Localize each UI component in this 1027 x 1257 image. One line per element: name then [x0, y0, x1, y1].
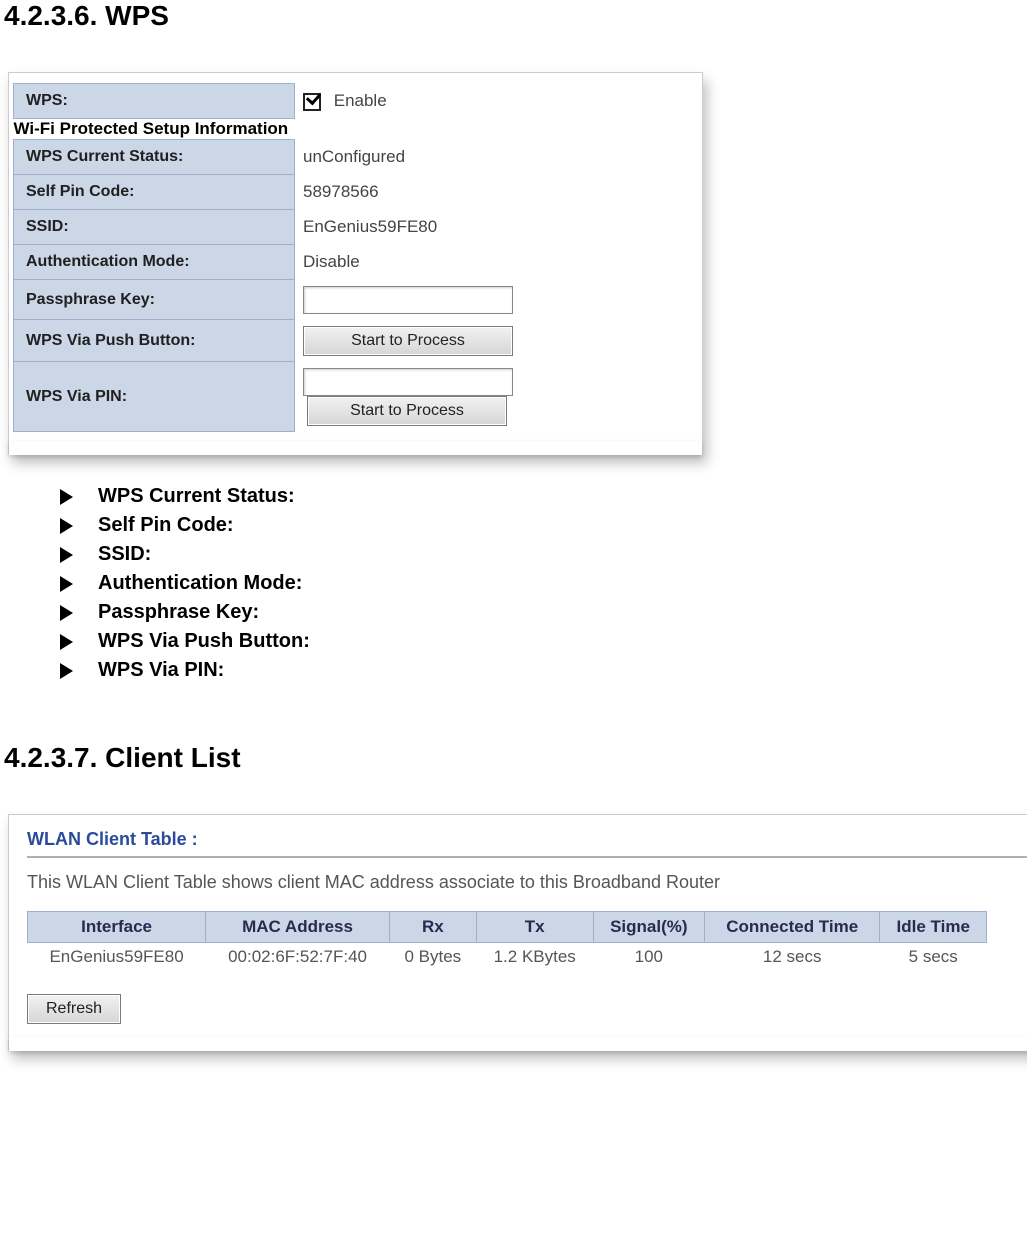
wps-pass-input[interactable] — [303, 286, 513, 314]
list-item: SSID: — [60, 543, 1027, 566]
bullet-icon — [60, 634, 73, 650]
list-item: Passphrase Key: — [60, 601, 1027, 624]
list-item: WPS Via Push Button: — [60, 630, 1027, 653]
wps-enable-text: Enable — [334, 91, 387, 110]
wps-bullet-list: WPS Current Status: Self Pin Code: SSID:… — [60, 485, 1027, 682]
col-connected-time: Connected Time — [704, 912, 880, 943]
client-table-desc: This WLAN Client Table shows client MAC … — [27, 872, 1027, 893]
client-table: Interface MAC Address Rx Tx Signal(%) Co… — [27, 911, 987, 972]
list-item-label: Authentication Mode: — [98, 572, 302, 595]
list-item: Self Pin Code: — [60, 514, 1027, 537]
wps-status-label: WPS Current Status: — [14, 140, 295, 175]
list-item-label: WPS Via PIN: — [98, 659, 224, 682]
wps-push-label: WPS Via Push Button: — [14, 320, 295, 362]
wps-status-value: unConfigured — [295, 140, 699, 175]
section-heading-wps: 4.2.3.6. WPS — [0, 0, 1027, 32]
wps-enable-checkbox[interactable] — [303, 93, 321, 111]
wps-pinrow-input[interactable] — [303, 368, 513, 396]
wps-panel: WPS: Enable Wi-Fi Protected Setup Inform… — [8, 72, 703, 455]
wps-pinrow-button[interactable]: Start to Process — [307, 396, 507, 426]
wps-auth-label: Authentication Mode: — [14, 245, 295, 280]
cell-connected-time: 12 secs — [704, 943, 880, 972]
wps-pin-label: Self Pin Code: — [14, 175, 295, 210]
cell-idle-time: 5 secs — [880, 943, 987, 972]
divider — [27, 856, 1027, 858]
wps-push-button[interactable]: Start to Process — [303, 326, 513, 356]
cell-signal: 100 — [593, 943, 704, 972]
col-mac: MAC Address — [206, 912, 390, 943]
bullet-icon — [60, 518, 73, 534]
refresh-button[interactable]: Refresh — [27, 994, 121, 1024]
section-heading-client-list: 4.2.3.7. Client List — [0, 742, 1027, 774]
col-interface: Interface — [28, 912, 206, 943]
table-row: EnGenius59FE80 00:02:6F:52:7F:40 0 Bytes… — [28, 943, 987, 972]
wps-pin-value: 58978566 — [295, 175, 699, 210]
wps-pinrow-label: WPS Via PIN: — [14, 362, 295, 432]
cell-tx: 1.2 KBytes — [476, 943, 593, 972]
list-item: Authentication Mode: — [60, 572, 1027, 595]
list-item-label: Passphrase Key: — [98, 601, 259, 624]
list-item-label: WPS Current Status: — [98, 485, 295, 508]
cell-rx: 0 Bytes — [389, 943, 476, 972]
list-item: WPS Via PIN: — [60, 659, 1027, 682]
wps-ssid-value: EnGenius59FE80 — [295, 210, 699, 245]
bullet-icon — [60, 663, 73, 679]
bullet-icon — [60, 576, 73, 592]
bullet-icon — [60, 605, 73, 621]
client-list-panel: WLAN Client Table : This WLAN Client Tab… — [8, 814, 1027, 1051]
list-item-label: WPS Via Push Button: — [98, 630, 310, 653]
list-item-label: Self Pin Code: — [98, 514, 234, 537]
list-item: WPS Current Status: — [60, 485, 1027, 508]
cell-mac: 00:02:6F:52:7F:40 — [206, 943, 390, 972]
bullet-icon — [60, 489, 73, 505]
col-rx: Rx — [389, 912, 476, 943]
client-table-title: WLAN Client Table : — [27, 829, 1027, 850]
wps-subheading: Wi-Fi Protected Setup Information — [14, 119, 699, 140]
bullet-icon — [60, 547, 73, 563]
cell-interface: EnGenius59FE80 — [28, 943, 206, 972]
col-tx: Tx — [476, 912, 593, 943]
wps-pass-label: Passphrase Key: — [14, 280, 295, 320]
wps-ssid-label: SSID: — [14, 210, 295, 245]
table-header-row: Interface MAC Address Rx Tx Signal(%) Co… — [28, 912, 987, 943]
col-signal: Signal(%) — [593, 912, 704, 943]
list-item-label: SSID: — [98, 543, 151, 566]
col-idle-time: Idle Time — [880, 912, 987, 943]
wps-enable-label: WPS: — [14, 84, 295, 119]
wps-auth-value: Disable — [295, 245, 699, 280]
